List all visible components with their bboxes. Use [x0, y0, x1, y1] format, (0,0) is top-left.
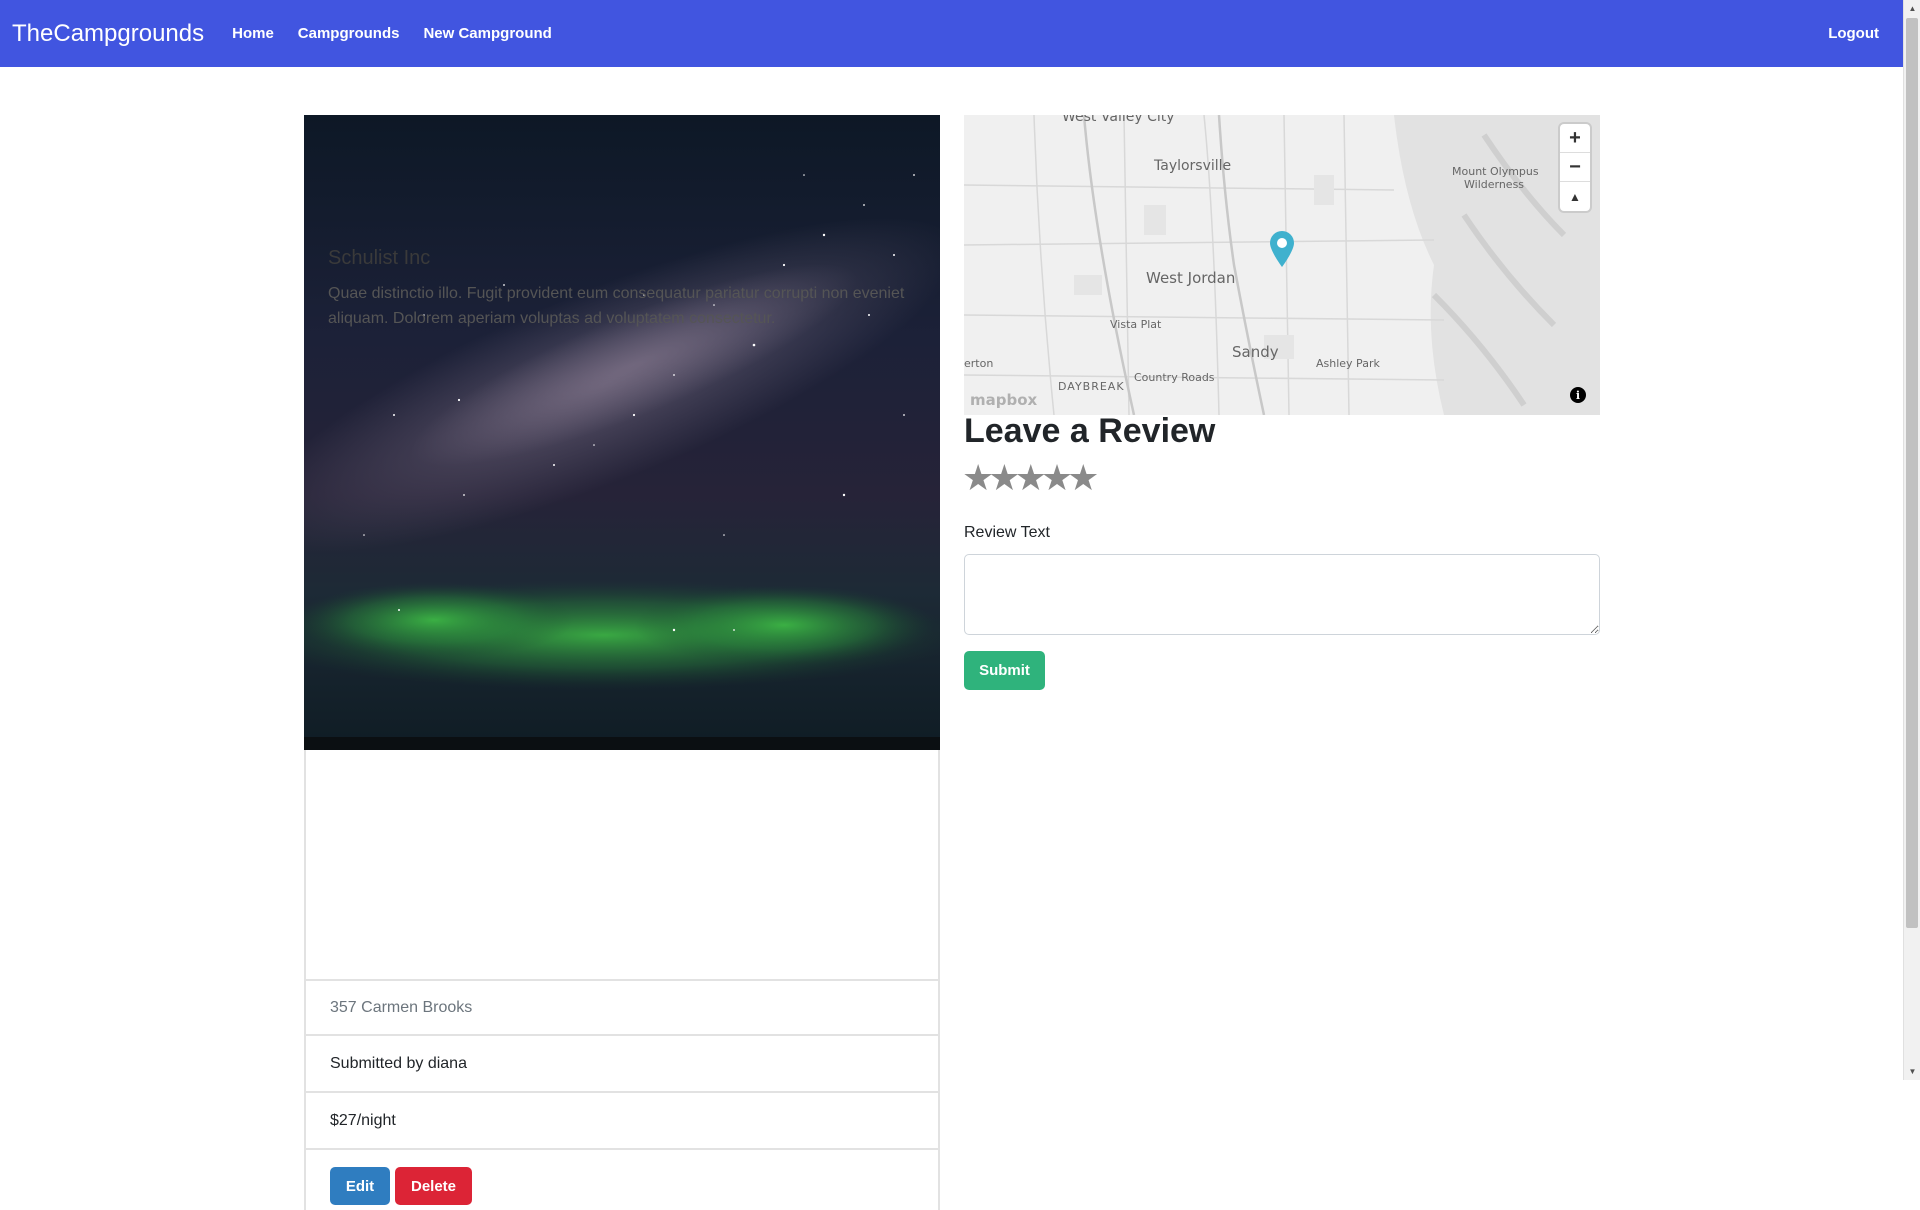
map-label-ashley-park: Ashley Park	[1316, 357, 1380, 370]
compass-icon[interactable]: ▲	[1560, 182, 1590, 211]
edit-button[interactable]: Edit	[330, 1167, 390, 1205]
map-label-west-jordan: West Jordan	[1146, 269, 1236, 287]
scroll-thumb[interactable]	[1906, 18, 1918, 928]
submit-button[interactable]: Submit	[964, 651, 1045, 690]
map-label-taylorsville: Taylorsville	[1154, 158, 1232, 174]
campground-image	[304, 115, 940, 750]
map-label-daybreak: DAYBREAK	[1058, 380, 1125, 393]
page-scrollbar[interactable]: ▲ ▼	[1903, 0, 1920, 1080]
campground-location: 357 Carmen Brooks	[304, 979, 940, 1036]
zoom-in-icon[interactable]: +	[1560, 124, 1590, 153]
map-label-country-roads: Country Roads	[1134, 371, 1215, 384]
star-icon-5[interactable]: ★	[1067, 460, 1099, 496]
nav-link-campgrounds[interactable]: Campgrounds	[298, 25, 400, 42]
map-label-vista-plat: Vista Plat	[1110, 318, 1162, 331]
delete-button[interactable]: Delete	[395, 1167, 472, 1205]
nav-link-home[interactable]: Home	[232, 25, 274, 42]
review-title: Leave a Review	[964, 412, 1216, 450]
campground-actions: Edit Delete	[304, 1150, 940, 1210]
campground-author: Submitted by diana	[304, 1036, 940, 1093]
campground-title: Schulist Inc	[328, 247, 431, 269]
nav-link-new-campground[interactable]: New Campground	[423, 25, 551, 42]
map-controls: + − ▲	[1560, 124, 1590, 211]
nav-right: Logout	[1828, 0, 1879, 67]
campground-price: $27/night	[304, 1093, 940, 1150]
review-text-input[interactable]	[964, 554, 1600, 635]
map[interactable]: West Valley City Taylorsville Mount Olym…	[964, 115, 1600, 415]
map-label-wilderness: Wilderness	[1464, 178, 1525, 191]
zoom-out-icon[interactable]: −	[1560, 153, 1590, 182]
map-label-mount-olympus: Mount Olympus	[1452, 165, 1539, 178]
map-label-sandy: Sandy	[1232, 343, 1279, 361]
map-label-herriman: erton	[964, 357, 994, 370]
map-marker-icon[interactable]	[1267, 229, 1297, 274]
map-label-west-valley: West Valley City	[1062, 115, 1175, 125]
campground-card-body	[304, 750, 940, 980]
logout-link[interactable]: Logout	[1828, 25, 1879, 42]
campground-card: Schulist Inc Quae distinctio illo. Fugit…	[304, 115, 940, 1210]
brand-link[interactable]: TheCampgrounds	[12, 20, 204, 48]
scroll-up-arrow-icon[interactable]: ▲	[1904, 0, 1920, 17]
star-rating[interactable]: ★ ★ ★ ★ ★	[962, 460, 1099, 496]
navbar: TheCampgrounds Home Campgrounds New Camp…	[0, 0, 1903, 67]
campground-description: Quae distinctio illo. Fugit provident eu…	[328, 285, 905, 327]
scroll-down-arrow-icon[interactable]: ▼	[1904, 1063, 1920, 1080]
info-icon[interactable]: i	[1570, 387, 1586, 403]
mapbox-logo[interactable]: mapbox	[970, 391, 1037, 409]
review-text-label: Review Text	[964, 524, 1050, 541]
